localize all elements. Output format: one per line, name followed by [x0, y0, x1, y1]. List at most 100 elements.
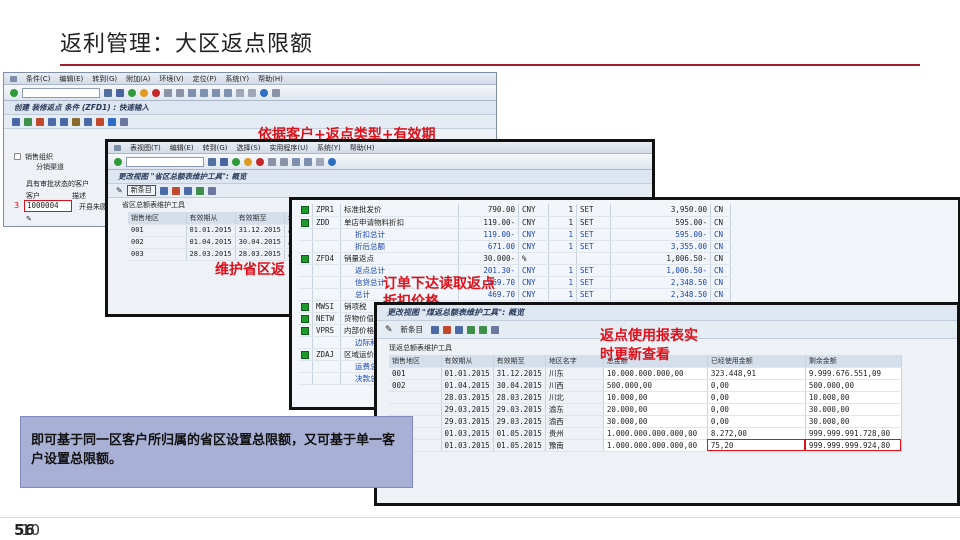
cell[interactable]: 8.272,00 [707, 427, 806, 440]
help-icon[interactable] [328, 157, 336, 166]
table-row[interactable]: ZFD4 销量返点 30.000-% 1,006.50- CN [298, 252, 731, 265]
menu-item[interactable]: 转到(G) [203, 143, 228, 153]
cell[interactable]: 10.000,00 [805, 391, 902, 404]
table-row[interactable]: ZDD 单店申请物料折扣 119.00- CNY 1 SET 595.00- CN [298, 216, 731, 229]
cell[interactable]: 0,00 [707, 415, 806, 428]
menu-item[interactable]: 附加(A) [126, 74, 150, 84]
table-row[interactable]: 29.03.2015 29.03.2015 渝东 20.000,00 0,00 30.00… [389, 403, 902, 416]
cancel-icon[interactable] [152, 88, 160, 97]
pencil-icon[interactable]: ✎ [26, 215, 32, 223]
copy-icon[interactable] [431, 325, 440, 334]
print-icon[interactable] [164, 88, 172, 97]
table-row[interactable]: 返点总计 201.30- CNY 1 SET 1,006.50- CN [298, 264, 731, 277]
paste-icon[interactable] [60, 117, 68, 126]
delete-icon[interactable] [443, 325, 452, 334]
back-icon[interactable] [208, 157, 216, 166]
menu-item[interactable]: 帮助(H) [258, 74, 283, 84]
next-page-icon[interactable] [212, 88, 220, 97]
delete-icon[interactable] [171, 186, 180, 195]
find-icon[interactable] [280, 157, 288, 166]
table-row[interactable]: 信贷总计 469.70 CNY 1 SET 2,348.50 CN [298, 276, 731, 289]
customer-input[interactable]: 1000004 [24, 200, 72, 212]
table-row[interactable]: 总计 469.70 CNY 1 SET 2,348.50 CN [298, 288, 731, 301]
cell[interactable]: 10.000,00 [603, 391, 708, 404]
menu-item[interactable]: 转到(G) [92, 74, 117, 84]
cell[interactable]: 500.000,00 [805, 379, 902, 392]
condition-detail-icon[interactable] [24, 117, 32, 126]
cell[interactable]: 1.000.000.000.000,00 [603, 427, 708, 440]
menu-item[interactable]: 实用程序(U) [269, 143, 308, 153]
cell[interactable]: 20.000,00 [603, 403, 708, 416]
find-icon[interactable] [176, 88, 184, 97]
select-all-icon[interactable] [195, 186, 204, 195]
table-row[interactable]: 折扣总计 119.00- CNY 1 SET 595.00- CN [298, 228, 731, 241]
menu-item[interactable]: 环境(V) [159, 74, 183, 84]
menu-item[interactable]: 条件(C) [26, 74, 50, 84]
table-row[interactable]: ZPR1 标准批发价 790.00 CNY 1 SET 3,950.00 CN [298, 204, 731, 217]
cell[interactable]: 323.448,91 [707, 367, 806, 380]
cell[interactable]: 0,00 [707, 403, 806, 416]
scales-icon[interactable] [96, 117, 104, 126]
condition-info-icon[interactable] [12, 117, 20, 126]
menu-item[interactable]: 编辑(E) [59, 74, 83, 84]
table-row[interactable]: 001 01.01.2015 31.12.2015 川东 10.000.000.000,… [389, 367, 902, 380]
check-icon[interactable] [114, 157, 122, 166]
edit-pencil-icon[interactable]: ✎ [385, 325, 393, 335]
cell[interactable]: 0,00 [707, 379, 806, 392]
cell[interactable]: 1.000.000.000.000,00 [603, 439, 708, 452]
table-row[interactable]: 002 01.04.2015 30.04.2015 川西 500.000,00 0,00 5… [389, 379, 902, 392]
new-session-icon[interactable] [316, 157, 324, 166]
cell[interactable]: 0,00 [707, 391, 806, 404]
cell[interactable]: 500.000,00 [603, 379, 708, 392]
checkbox[interactable] [14, 153, 21, 160]
print-icon[interactable] [268, 157, 276, 166]
details-icon[interactable] [72, 117, 80, 126]
cell[interactable]: 9.999.676.551,09 [805, 367, 902, 380]
menu-item[interactable]: 定位(P) [193, 74, 217, 84]
last-page-icon[interactable] [224, 88, 232, 97]
nav-back-icon[interactable] [232, 157, 240, 166]
cancel-icon[interactable] [256, 157, 264, 166]
new-entry-button[interactable]: 新条目 [397, 324, 428, 335]
cell[interactable]: 30.000,00 [805, 415, 902, 428]
menu-item[interactable]: 帮助(H) [350, 143, 375, 153]
new-session-icon[interactable] [236, 88, 244, 97]
command-field[interactable] [22, 87, 100, 98]
table-row[interactable]: 01.03.2015 01.05.2015 贵州 1.000.000.000.000,… [389, 427, 902, 440]
prev-page-icon[interactable] [200, 88, 208, 97]
additional-icon[interactable] [120, 117, 128, 126]
menu-item[interactable]: 编辑(E) [170, 143, 194, 153]
save-icon[interactable] [220, 157, 228, 166]
cell[interactable]: 30.000,00 [805, 403, 902, 416]
validity-icon[interactable] [84, 117, 92, 126]
table-row[interactable]: 29.03.2015 29.03.2015 渝西 30.000,00 0,00 30.00… [389, 415, 902, 428]
check-icon[interactable] [10, 88, 18, 97]
table-row[interactable]: 折后总额 671.00 CNY 1 SET 3,355.00 CN [298, 240, 731, 253]
info-icon[interactable] [108, 117, 116, 126]
cell[interactable]: 10.000.000.000,00 [603, 367, 708, 380]
cell[interactable]: 30.000,00 [603, 415, 708, 428]
deselect-icon[interactable] [207, 186, 216, 195]
save-icon[interactable] [116, 88, 124, 97]
menu-item[interactable]: 系统(Y) [225, 74, 249, 84]
exit-icon[interactable] [140, 88, 148, 97]
copy-icon[interactable] [48, 117, 56, 126]
menu-item[interactable]: 选择(S) [237, 143, 261, 153]
table-row[interactable]: 01.03.2015 01.05.2015 豫南 1.000.000.000.000,… [389, 439, 902, 452]
shortcut-icon[interactable] [248, 88, 256, 97]
undo-icon[interactable] [455, 325, 464, 334]
exit-icon[interactable] [244, 157, 252, 166]
cell[interactable]: 75,20 [707, 439, 806, 452]
command-field[interactable] [126, 156, 204, 167]
nav-back-icon[interactable] [128, 88, 136, 97]
menu-item[interactable]: 系统(Y) [317, 143, 341, 153]
cell[interactable]: 999.999.999.924,80 [805, 439, 902, 452]
deselect-icon[interactable] [491, 325, 500, 334]
cell[interactable]: 999.999.991.728,00 [805, 427, 902, 440]
next-page-icon[interactable] [304, 157, 312, 166]
first-page-icon[interactable] [292, 157, 300, 166]
first-page-icon[interactable] [188, 88, 196, 97]
key-combination-icon[interactable] [36, 117, 44, 126]
menu-item[interactable]: 表视图(T) [130, 143, 161, 153]
help-icon[interactable] [260, 88, 268, 97]
